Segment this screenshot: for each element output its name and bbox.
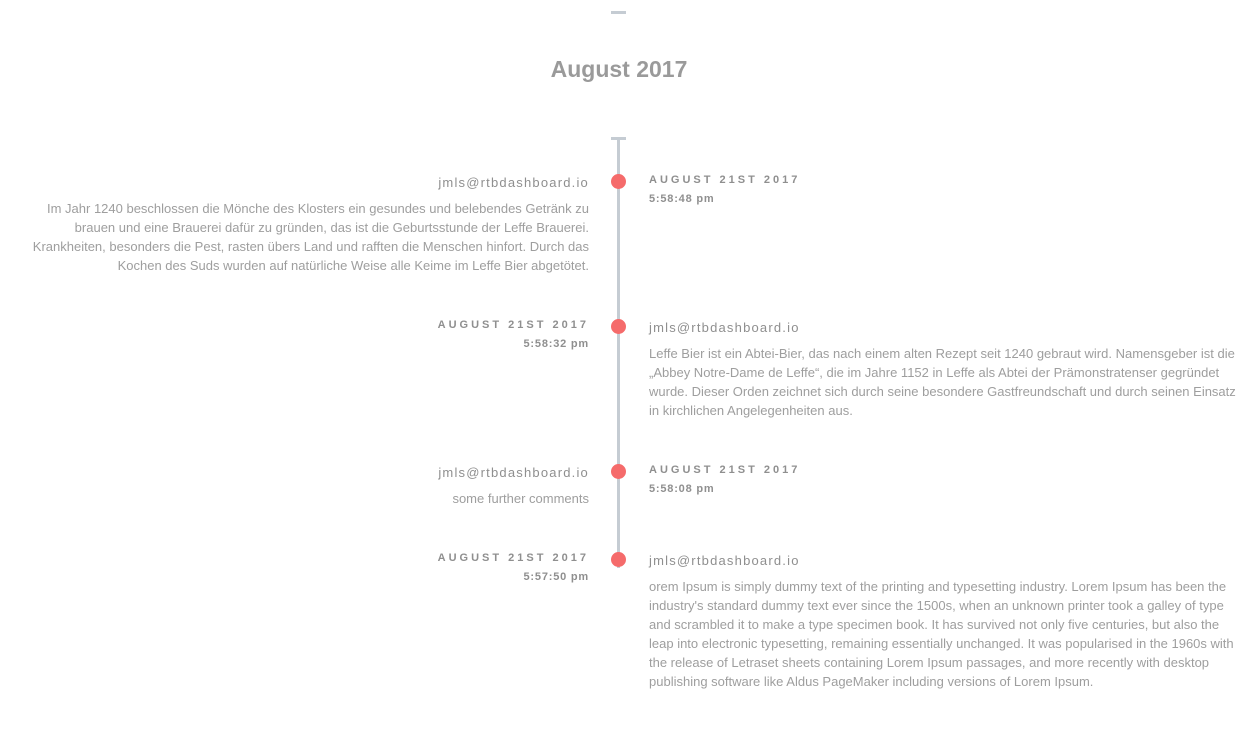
- timeline-entry-content: jmls@rtbdashboard.io Im Jahr 1240 beschl…: [0, 175, 589, 275]
- entry-author: jmls@rtbdashboard.io: [649, 320, 800, 335]
- timeline-entry-meta: AUGUST 21ST 2017 5:58:08 pm: [649, 463, 1241, 496]
- timeline-entry-content: jmls@rtbdashboard.io orem Ipsum is simpl…: [649, 553, 1241, 691]
- entry-time: 5:57:50 pm: [523, 571, 589, 583]
- top-divider: [611, 11, 626, 14]
- entry-date: AUGUST 21ST 2017: [437, 319, 589, 331]
- entry-comment: orem Ipsum is simply dummy text of the p…: [649, 579, 1234, 689]
- timeline-page: August 2017 jmls@rtbdashboard.io Im Jahr…: [0, 0, 1244, 748]
- entry-author: jmls@rtbdashboard.io: [438, 175, 589, 190]
- timeline-entry-meta: AUGUST 21ST 2017 5:58:32 pm: [0, 318, 589, 351]
- timeline-entry-content: jmls@rtbdashboard.io some further commen…: [0, 465, 589, 508]
- timeline-entry-meta: AUGUST 21ST 2017 5:58:48 pm: [649, 173, 1241, 206]
- entry-time: 5:58:32 pm: [523, 338, 589, 350]
- entry-comment: Im Jahr 1240 beschlossen die Mönche des …: [32, 201, 589, 273]
- entry-date: AUGUST 21ST 2017: [649, 174, 801, 186]
- timeline-dot: [611, 174, 626, 189]
- entry-comment: some further comments: [452, 491, 589, 506]
- timeline-dot: [611, 464, 626, 479]
- entry-date: AUGUST 21ST 2017: [649, 464, 801, 476]
- month-heading: August 2017: [550, 56, 688, 82]
- entry-author: jmls@rtbdashboard.io: [438, 465, 589, 480]
- timeline-line: [617, 138, 620, 568]
- timeline-entry-meta: AUGUST 21ST 2017 5:57:50 pm: [0, 551, 589, 584]
- entry-time: 5:58:08 pm: [649, 483, 715, 495]
- entry-comment: Leffe Bier ist ein Abtei-Bier, das nach …: [649, 346, 1236, 418]
- timeline-entry-content: jmls@rtbdashboard.io Leffe Bier ist ein …: [649, 320, 1241, 420]
- entry-time: 5:58:48 pm: [649, 193, 715, 205]
- timeline-dot: [611, 319, 626, 334]
- entry-author: jmls@rtbdashboard.io: [649, 553, 800, 568]
- entry-date: AUGUST 21ST 2017: [437, 552, 589, 564]
- timeline-dot: [611, 552, 626, 567]
